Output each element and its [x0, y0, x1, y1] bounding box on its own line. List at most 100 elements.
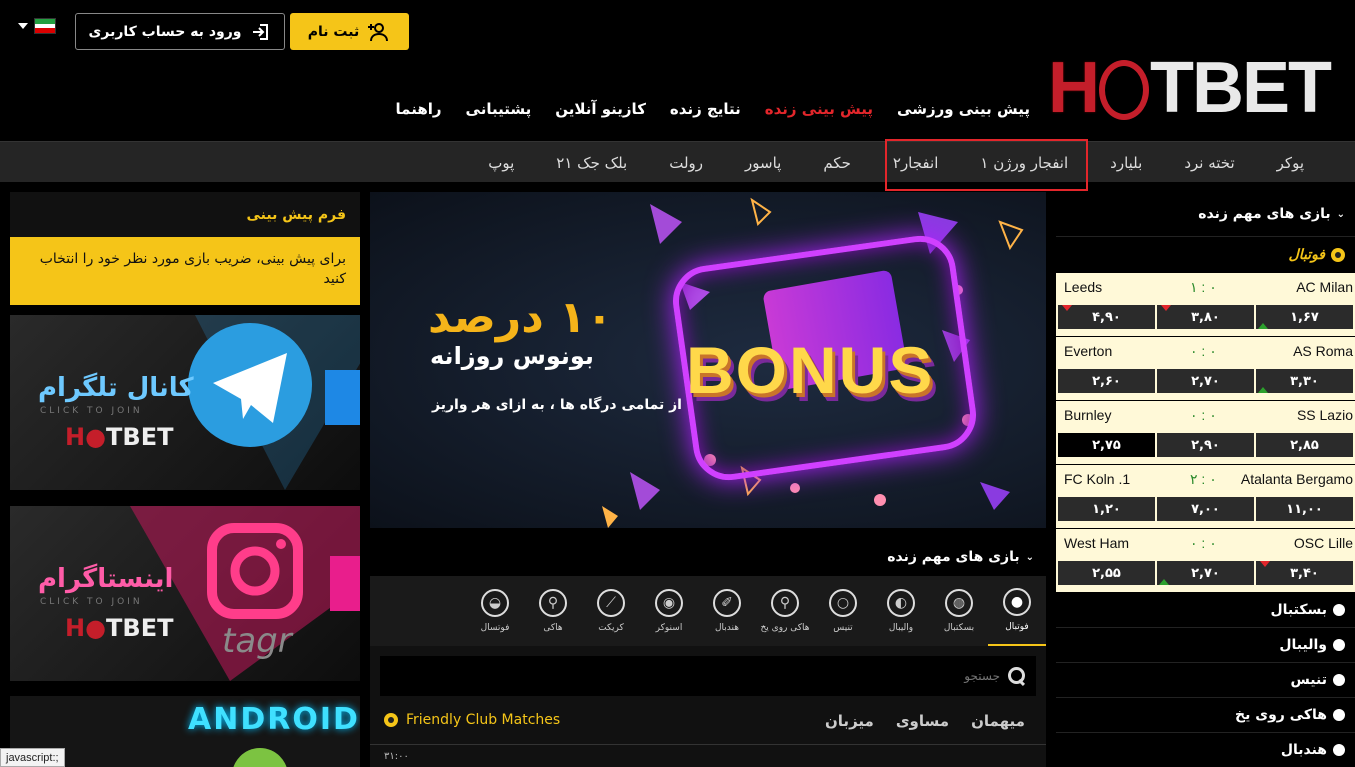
odd-draw[interactable]: ۳,۸۰	[1157, 305, 1254, 329]
col-home: میزبان	[825, 712, 874, 730]
odd-home[interactable]: ۱۱,۰۰	[1256, 497, 1353, 521]
tab-cricket-label: کریکت	[598, 623, 624, 633]
casino-backgammon[interactable]: تخته نرد	[1163, 154, 1255, 172]
casino-roulette[interactable]: رولت	[648, 154, 724, 172]
handball-icon	[1333, 744, 1345, 756]
live-title: بازی های مهم زنده	[887, 549, 1020, 565]
tab-ice-hockey-label: هاکی روی یخ	[760, 623, 810, 633]
android-robot-icon	[232, 748, 288, 767]
nav-help[interactable]: راهنما	[396, 100, 442, 118]
odd-draw[interactable]: ۲,۷۰	[1157, 369, 1254, 393]
odd-home[interactable]: ۱,۶۷	[1256, 305, 1353, 329]
tab-futsal[interactable]: ◒ فوتسال	[466, 576, 524, 646]
match-score: ۱ : ۰	[1190, 279, 1217, 295]
sidebar-sport-basketball[interactable]: بسکتبال	[1056, 593, 1355, 628]
odd-draw[interactable]: ۲,۹۰	[1157, 433, 1254, 457]
odd-away-selected[interactable]: ۲,۷۵	[1058, 433, 1155, 457]
nav-casino[interactable]: کازینو آنلاین	[555, 100, 646, 118]
tab-football[interactable]: ● فوتبال	[988, 576, 1046, 646]
sport-tabs: ● فوتبال ◍ بسکتبال ◐ والیبال ○ تنیس ⚲ هاکی رو…	[370, 576, 1046, 646]
nav-sports[interactable]: پیش بینی ورزشی	[897, 100, 1030, 118]
tab-snooker[interactable]: ◉ اسنوکر	[640, 576, 698, 646]
sidebar-header[interactable]: بازی های مهم زنده ⌄	[1056, 192, 1355, 237]
bet-slip-text: برای پیش بینی، ضریب بازی مورد نظر خود را…	[10, 237, 360, 305]
away-team: FC Koln .1	[1064, 471, 1131, 487]
logo-bet: BET	[1191, 48, 1332, 128]
logo-h: H	[1048, 48, 1100, 128]
odd-away[interactable]: ۴,۹۰	[1058, 305, 1155, 329]
casino-blackjack[interactable]: بلک جک ۲۱	[535, 154, 648, 172]
home-team: AC Milan	[1296, 279, 1353, 295]
highlight-box	[885, 139, 1088, 191]
handball-icon: ✐	[713, 589, 741, 617]
telegram-logo: H●TBET	[65, 423, 174, 451]
tab-tennis[interactable]: ○ تنیس	[814, 576, 872, 646]
chevron-down-icon: ⌄	[1336, 208, 1345, 220]
sidebar-sport-ice-hockey[interactable]: هاکی روی یخ	[1056, 698, 1355, 733]
col-away: میهمان	[971, 712, 1025, 730]
ice-hockey-icon: ⚲	[771, 589, 799, 617]
hotbet-logo[interactable]: H T BET	[1048, 48, 1343, 128]
sidebar-sport-volleyball[interactable]: والیبال	[1056, 628, 1355, 663]
home-team: SS Lazio	[1296, 407, 1353, 423]
odd-home[interactable]: ۲,۸۵	[1256, 433, 1353, 457]
odds-columns: میهمان مساوی میزبان	[825, 712, 1025, 730]
tab-hockey[interactable]: ⚲ هاکی	[524, 576, 582, 646]
home-team: AS Roma	[1293, 343, 1353, 359]
sidebar-sport-handball[interactable]: هندبال	[1056, 733, 1355, 767]
bonus-banner[interactable]: BONUS ۱۰ درصد بونوس روزانه از تمامی درگا…	[370, 192, 1046, 528]
casino-billiard[interactable]: بلیارد	[1089, 154, 1163, 172]
tab-handball[interactable]: ✐ هندبال	[698, 576, 756, 646]
casino-poker[interactable]: پوکر	[1256, 154, 1325, 172]
tab-volleyball[interactable]: ◐ والیبال	[872, 576, 930, 646]
odd-away[interactable]: ۱,۲۰	[1058, 497, 1155, 521]
volleyball-icon	[1333, 639, 1345, 651]
basketball-icon: ◍	[945, 589, 973, 617]
odd-draw[interactable]: ۲,۷۰	[1157, 561, 1254, 585]
nav-results[interactable]: نتایج زنده	[670, 100, 741, 118]
register-button[interactable]: ثبت نام	[290, 13, 409, 50]
match-score: ۰ : ۰	[1190, 343, 1217, 359]
nav-live[interactable]: پیش بینی زنده	[765, 100, 873, 118]
tab-futsal-label: فوتسال	[480, 623, 510, 633]
search-input[interactable]	[400, 669, 1000, 683]
tab-basketball[interactable]: ◍ بسکتبال	[930, 576, 988, 646]
live-sidebar: بازی های مهم زنده ⌄ فوتبال AC Milan ۱ : ۰…	[1056, 192, 1355, 767]
casino-pasoor[interactable]: پاسور	[724, 154, 802, 172]
tennis-icon	[1333, 674, 1345, 686]
odd-home[interactable]: ۳,۳۰	[1256, 369, 1353, 393]
tab-hockey-label: هاکی	[543, 623, 563, 633]
tab-ice-hockey[interactable]: ⚲ هاکی روی یخ	[756, 576, 814, 646]
instagram-click: CLICK TO JOIN	[40, 597, 143, 607]
odd-home[interactable]: ۳,۴۰	[1256, 561, 1353, 585]
match-score: ۰ : ۰	[1190, 407, 1217, 423]
casino-hokm[interactable]: حکم	[802, 154, 872, 172]
telegram-promo[interactable]: کانال تلگرام CLICK TO JOIN H●TBET	[10, 315, 360, 490]
bet-slip: فرم پیش بینی برای پیش بینی، ضریب بازی مو…	[10, 192, 360, 305]
futsal-icon: ◒	[481, 589, 509, 617]
tab-cricket[interactable]: ⟋ کریکت	[582, 576, 640, 646]
nav-support[interactable]: پشتیبانی	[466, 100, 532, 118]
sidebar-sport-tennis[interactable]: تنیس	[1056, 663, 1355, 698]
live-header[interactable]: بازی های مهم زنده ⌄	[370, 538, 1046, 576]
bet-slip-title: فرم پیش بینی	[10, 192, 360, 237]
login-button[interactable]: ورود به حساب کاربری	[75, 13, 285, 50]
ice-hockey-icon	[1333, 709, 1345, 721]
match-row[interactable]: ۳۱:۰۰	[370, 744, 1046, 767]
football-icon: ●	[1003, 588, 1031, 616]
away-team: Everton	[1064, 343, 1113, 359]
instagram-side-text: tagr	[222, 621, 292, 661]
league-label[interactable]: Friendly Club Matches	[384, 712, 560, 728]
sidebar-category-football[interactable]: فوتبال	[1056, 237, 1355, 273]
instagram-promo[interactable]: اینستاگرام CLICK TO JOIN H●TBET tagr	[10, 506, 360, 681]
odd-away[interactable]: ۲,۶۰	[1058, 369, 1155, 393]
odd-draw[interactable]: ۷,۰۰	[1157, 497, 1254, 521]
casino-pop[interactable]: پوپ	[467, 154, 535, 172]
search-icon[interactable]	[1008, 667, 1026, 685]
match-card: AC Milan ۱ : ۰ Leeds ۴,۹۰ ۳,۸۰ ۱,۶۷	[1056, 273, 1355, 337]
odd-away[interactable]: ۲,۵۵	[1058, 561, 1155, 585]
match-header: Friendly Club Matches میهمان مساوی میزبا…	[370, 702, 1046, 740]
football-icon	[1331, 248, 1345, 262]
instagram-logo: H●TBET	[65, 614, 174, 642]
language-selector[interactable]	[18, 18, 56, 34]
